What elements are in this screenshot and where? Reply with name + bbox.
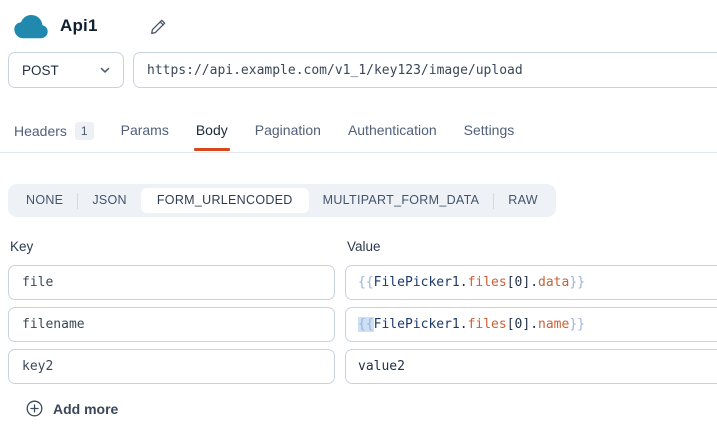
chevron-down-icon: [99, 64, 111, 76]
add-more-label: Add more: [53, 401, 118, 417]
tab-bar: Headers 1 Params Body Pagination Authent…: [0, 122, 717, 153]
tab-label: Pagination: [255, 122, 321, 138]
value-input[interactable]: {{FilePicker1.files[0].name}}: [345, 307, 717, 342]
tab-label: Settings: [464, 122, 515, 138]
tab-label: Headers: [14, 123, 67, 139]
body-type-segmented-control: NONE JSON FORM_URLENCODED MULTIPART_FORM…: [8, 184, 556, 217]
bodytype-form-urlencoded[interactable]: FORM_URLENCODED: [141, 188, 309, 213]
method-select[interactable]: POST: [8, 52, 124, 88]
tab-label: Body: [196, 122, 228, 138]
circle-plus-icon: [26, 400, 43, 417]
bodytype-none[interactable]: NONE: [12, 188, 77, 213]
key-input[interactable]: [8, 265, 335, 300]
method-select-value: POST: [22, 63, 59, 78]
tab-headers[interactable]: Headers 1: [14, 122, 94, 152]
value-column-header: Value: [345, 239, 717, 254]
tab-label: Params: [121, 122, 169, 138]
url-input[interactable]: [133, 52, 717, 88]
add-more-button[interactable]: Add more: [26, 400, 118, 417]
bodytype-multipart-form-data[interactable]: MULTIPART_FORM_DATA: [309, 188, 494, 213]
cloud-icon: [14, 14, 48, 39]
tab-label: Authentication: [348, 122, 437, 138]
request-row: POST: [8, 52, 717, 88]
tab-pagination[interactable]: Pagination: [255, 122, 321, 150]
form-urlencoded-editor: Key Value {{FilePicker1.files[0].data}} …: [8, 239, 717, 384]
key-input[interactable]: [8, 349, 335, 384]
table-row: value2: [8, 349, 717, 384]
table-row: {{FilePicker1.files[0].name}}: [8, 307, 717, 342]
value-input[interactable]: {{FilePicker1.files[0].data}}: [345, 265, 717, 300]
tab-settings[interactable]: Settings: [464, 122, 515, 150]
page-title: Api1: [60, 16, 98, 36]
bodytype-raw[interactable]: RAW: [494, 188, 552, 213]
pencil-icon[interactable]: [150, 18, 167, 35]
column-headers: Key Value: [8, 239, 717, 254]
bodytype-json[interactable]: JSON: [78, 188, 141, 213]
key-column-header: Key: [8, 239, 335, 254]
titlebar: Api1: [0, 0, 717, 42]
value-input[interactable]: value2: [345, 349, 717, 384]
tab-authentication[interactable]: Authentication: [348, 122, 437, 150]
headers-count-badge: 1: [75, 122, 94, 140]
tab-body[interactable]: Body: [196, 122, 228, 150]
key-input[interactable]: [8, 307, 335, 342]
tab-params[interactable]: Params: [121, 122, 169, 150]
table-row: {{FilePicker1.files[0].data}}: [8, 265, 717, 300]
